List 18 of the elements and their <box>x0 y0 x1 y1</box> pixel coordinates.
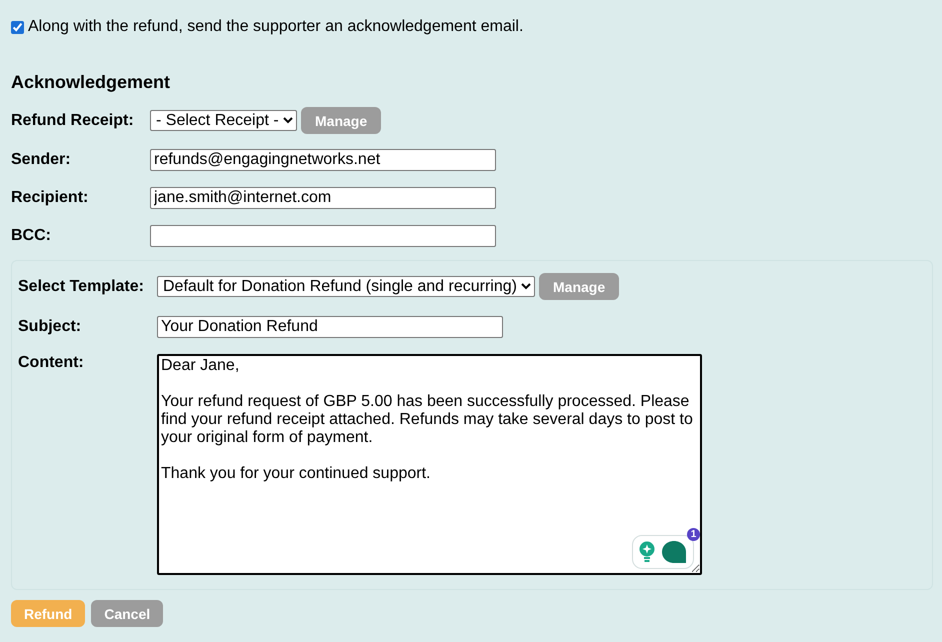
field-label: Sender: <box>11 151 72 169</box>
section-heading: Acknowledgement <box>11 72 172 93</box>
field-label: BCC: <box>11 227 52 245</box>
chat-bubble-icon[interactable] <box>661 540 687 564</box>
assistant-widget[interactable] <box>632 535 694 569</box>
dropdown[interactable]: Default for Donation Refund (single and recurring) <box>157 276 535 297</box>
checkbox-label: Along with the refund, send the supporter an acknowledgement email. <box>28 18 524 36</box>
input-field[interactable] <box>150 225 496 247</box>
field-label: Subject: <box>18 318 82 336</box>
input-field[interactable]: refunds@engagingnetworks.net <box>150 149 496 171</box>
field-label: Refund Receipt: <box>11 112 135 130</box>
lightbulb-icon[interactable] <box>639 541 655 563</box>
field-label: Recipient: <box>11 189 90 207</box>
input-field[interactable]: Your Donation Refund <box>157 316 503 338</box>
field-label: Content: <box>18 354 85 372</box>
dropdown[interactable]: - Select Receipt - <box>150 110 297 131</box>
checkbox[interactable] <box>11 20 24 34</box>
field-label: Select Template: <box>18 278 145 296</box>
